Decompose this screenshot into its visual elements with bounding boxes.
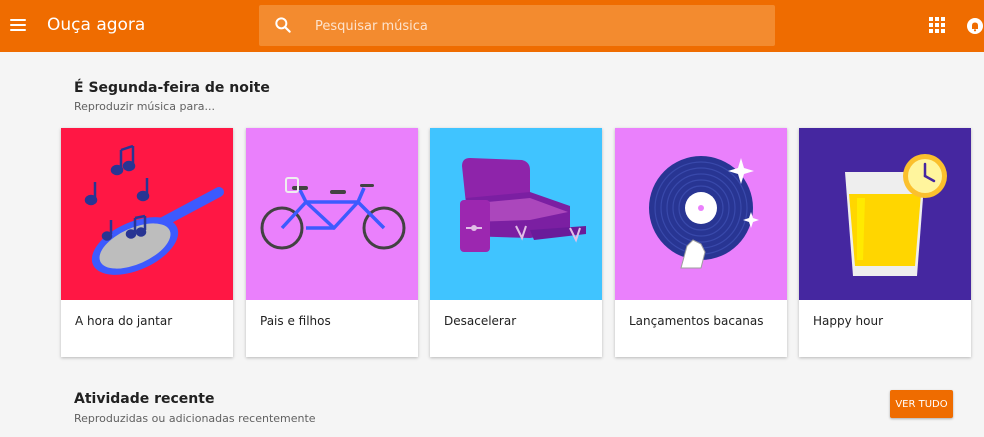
notification-bell-icon[interactable] bbox=[966, 16, 984, 36]
card-label: Happy hour bbox=[813, 314, 884, 328]
apps-grid-icon[interactable] bbox=[929, 17, 945, 33]
card-art bbox=[61, 128, 233, 300]
section-subtitle-recent: Reproduzidas ou adicionadas recentemente bbox=[74, 412, 316, 425]
recliner-chair-icon bbox=[430, 128, 602, 300]
section-title-greeting: É Segunda-feira de noite bbox=[74, 80, 270, 96]
card-art bbox=[615, 128, 787, 300]
search-icon[interactable] bbox=[273, 15, 293, 35]
search-bar[interactable] bbox=[259, 5, 775, 46]
card-a-hora-do-jantar[interactable]: A hora do jantar bbox=[61, 128, 233, 357]
app-title: Ouça agora bbox=[47, 15, 146, 35]
top-app-bar: Ouça agora bbox=[0, 0, 984, 52]
card-art bbox=[430, 128, 602, 300]
tandem-bicycle-icon bbox=[246, 128, 418, 300]
card-happy-hour[interactable]: Happy hour bbox=[799, 128, 971, 357]
hamburger-menu-icon[interactable] bbox=[8, 14, 28, 38]
section-title-recent: Atividade recente bbox=[74, 391, 215, 407]
card-label: A hora do jantar bbox=[75, 314, 173, 328]
vinyl-record-icon bbox=[615, 128, 787, 300]
card-label: Lançamentos bacanas bbox=[629, 314, 764, 328]
card-label: Desacelerar bbox=[444, 314, 517, 328]
card-label: Pais e filhos bbox=[260, 314, 331, 328]
search-input[interactable] bbox=[315, 15, 755, 37]
drink-glass-clock-icon bbox=[799, 128, 971, 300]
card-lancamentos-bacanas[interactable]: Lançamentos bacanas bbox=[615, 128, 787, 357]
card-art bbox=[246, 128, 418, 300]
see-all-button[interactable]: VER TUDO bbox=[890, 390, 953, 418]
card-desacelerar[interactable]: Desacelerar bbox=[430, 128, 602, 357]
section-subtitle-greeting: Reproduzir música para... bbox=[74, 100, 215, 113]
card-pais-e-filhos[interactable]: Pais e filhos bbox=[246, 128, 418, 357]
frying-pan-music-notes-icon bbox=[61, 128, 233, 300]
card-art bbox=[799, 128, 971, 300]
